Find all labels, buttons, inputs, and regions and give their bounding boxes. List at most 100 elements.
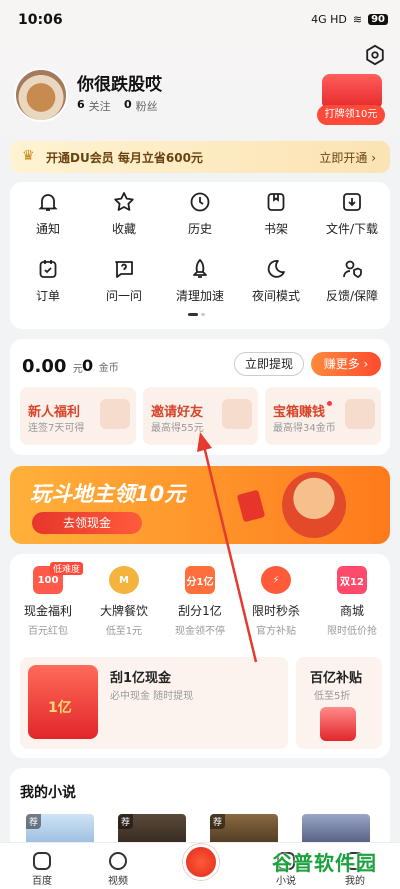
vip-banner[interactable]: ♛ 开通DU会员 每月立省600元 立即开通 › [10, 141, 390, 173]
wifi-icon: ≋ [352, 13, 363, 26]
gift-illustration [320, 707, 356, 741]
task-subtitle: 最高得34金币 [273, 423, 336, 434]
grid-item-label: 历史 [187, 222, 212, 236]
battery-icon: 90 [368, 14, 388, 25]
service-desc: 低至1元 [105, 626, 143, 637]
card-game-reward-button[interactable]: 打牌领10元 [317, 105, 385, 125]
service-mall[interactable]: 双12 商城 限时低价抢 [314, 566, 390, 637]
coin-value: 0 [82, 356, 94, 375]
task-subtitle: 最高得55元 [151, 423, 204, 434]
grid-item-night-mode[interactable]: 夜间模式 [238, 257, 314, 312]
task-treasure-box[interactable]: 宝箱赚钱 最高得34金币 [265, 387, 381, 445]
subsidy-promo[interactable]: 百亿补贴 低至5折 [296, 657, 382, 749]
calendar-icon [100, 399, 130, 429]
grid-item-favorites[interactable]: 收藏 [86, 190, 162, 245]
vip-open-button[interactable]: 立即开通 › [319, 149, 376, 166]
grid-item-feedback[interactable]: 反馈/保障 [314, 257, 390, 312]
notification-dot [327, 401, 333, 406]
recommend-badge: 荐 [118, 814, 134, 829]
service-name: 商城 [339, 604, 364, 618]
treasure-box-icon [345, 399, 375, 429]
promo-subtitle: 低至5折 [314, 691, 351, 702]
task-newcomer[interactable]: 新人福利 连签7天可得 [20, 387, 136, 445]
red-envelope-icon [236, 489, 266, 523]
service-cash-welfare[interactable]: 100 现金福利 百元红包 [10, 566, 86, 637]
task-title: 新人福利 [28, 405, 81, 420]
mall-icon: 双12 [337, 566, 367, 594]
earn-more-button[interactable]: 赚更多 › [311, 352, 381, 376]
status-bar: 10:06 4G HD ≋ 90 [0, 0, 400, 40]
service-desc: 官方补贴 [256, 626, 296, 637]
service-flash-sale[interactable]: ⚡ 限时秒杀 官方补贴 [238, 566, 314, 637]
task-invite-friends[interactable]: 邀请好友 最高得55元 [143, 387, 258, 445]
coin-balance[interactable]: 0 金币 [82, 356, 119, 375]
tab-baidu[interactable]: 百度 [32, 852, 52, 887]
promo-title: 刮1亿现金 [110, 671, 172, 686]
novels-title: 我的小说 [20, 785, 76, 801]
status-time: 10:06 [18, 12, 63, 28]
coin-unit: 金币 [98, 363, 119, 374]
grid-item-label: 书架 [263, 222, 288, 236]
grid-item-cleanup[interactable]: 清理加速 [162, 257, 238, 312]
status-icons: 4G HD ≋ 90 [311, 13, 388, 26]
promo-subtitle: 必中现金 随时提现 [110, 691, 194, 702]
center-action-button[interactable] [183, 844, 219, 880]
service-desc: 限时低价抢 [327, 626, 377, 637]
username[interactable]: 你很跌股哎 [77, 70, 162, 95]
following-label: 关注 [88, 100, 111, 113]
vip-text: 开通DU会员 每月立省600元 [46, 151, 203, 165]
grid-item-bookshelf[interactable]: 书架 [238, 190, 314, 245]
task-title: 邀请好友 [151, 405, 204, 420]
clock-icon [190, 192, 210, 212]
difficulty-badge: 低难度 [50, 562, 84, 575]
service-scratch-billion[interactable]: 分1亿 刮分1亿 现金领不停 [162, 566, 238, 637]
tab-video[interactable]: 视频 [108, 852, 128, 887]
fans-count: 0 [124, 98, 132, 111]
banner-cash-button[interactable]: 去领现金 [32, 512, 142, 534]
scratch-cash-promo[interactable]: 1亿 刮1亿现金 必中现金 随时提现 [20, 657, 288, 749]
signal-icon: 4G HD [311, 13, 347, 26]
banner-title: 玩斗地主领10元 [30, 482, 186, 506]
service-brand-dining[interactable]: M 大牌餐饮 低至1元 [86, 566, 162, 637]
cash-balance[interactable]: 0.00 元 [22, 356, 83, 377]
recommend-badge: 荐 [210, 814, 226, 829]
grid-item-notification[interactable]: 通知 [10, 190, 86, 245]
moon-icon [267, 260, 285, 278]
promo-image-text: 1亿 [48, 700, 72, 716]
alarm-clock-icon: ⚡ [261, 566, 291, 594]
grid-item-ask[interactable]: 问一问 [86, 257, 162, 312]
promo-title: 百亿补贴 [310, 671, 363, 686]
crown-icon: ♛ [22, 148, 35, 164]
withdraw-button[interactable]: 立即提现 [234, 352, 304, 376]
rocket-icon [193, 259, 207, 278]
page-indicator [188, 313, 205, 316]
star-icon [114, 192, 134, 211]
service-name: 现金福利 [23, 604, 72, 618]
grid-item-label: 收藏 [111, 222, 136, 236]
scratch-card-icon: 分1亿 [185, 566, 215, 594]
red-envelope-illustration: 1亿 [28, 665, 98, 739]
shield-icon [343, 260, 362, 278]
grid-item-label: 夜间模式 [251, 289, 300, 303]
recommend-badge: 荐 [26, 814, 42, 829]
following-stat[interactable]: 6 关注 [77, 98, 111, 114]
mascot-illustration [282, 472, 346, 538]
home-icon [33, 852, 51, 870]
service-desc: 百元红包 [28, 626, 68, 637]
tools-grid: 通知 收藏 历史 书架 文件/下载 订单 问一问 清理加速 夜间模式 反馈/保障 [10, 190, 390, 312]
play-icon [109, 852, 127, 870]
site-watermark: 谷普软件园 [272, 851, 377, 875]
cash-value: 0.00 [22, 356, 67, 377]
grid-item-downloads[interactable]: 文件/下载 [314, 190, 390, 245]
avatar[interactable] [14, 68, 68, 122]
service-desc: 现金领不停 [175, 626, 225, 637]
fans-label: 粉丝 [135, 100, 158, 113]
grid-item-history[interactable]: 历史 [162, 190, 238, 245]
fans-stat[interactable]: 0 粉丝 [124, 98, 158, 114]
gear-icon[interactable] [364, 44, 386, 66]
grid-item-orders[interactable]: 订单 [10, 257, 86, 312]
grid-item-label: 问一问 [105, 289, 142, 303]
grid-item-label: 订单 [35, 289, 60, 303]
grid-item-label: 反馈/保障 [325, 289, 379, 303]
landlord-game-banner[interactable]: 玩斗地主领10元 去领现金 [10, 466, 390, 544]
